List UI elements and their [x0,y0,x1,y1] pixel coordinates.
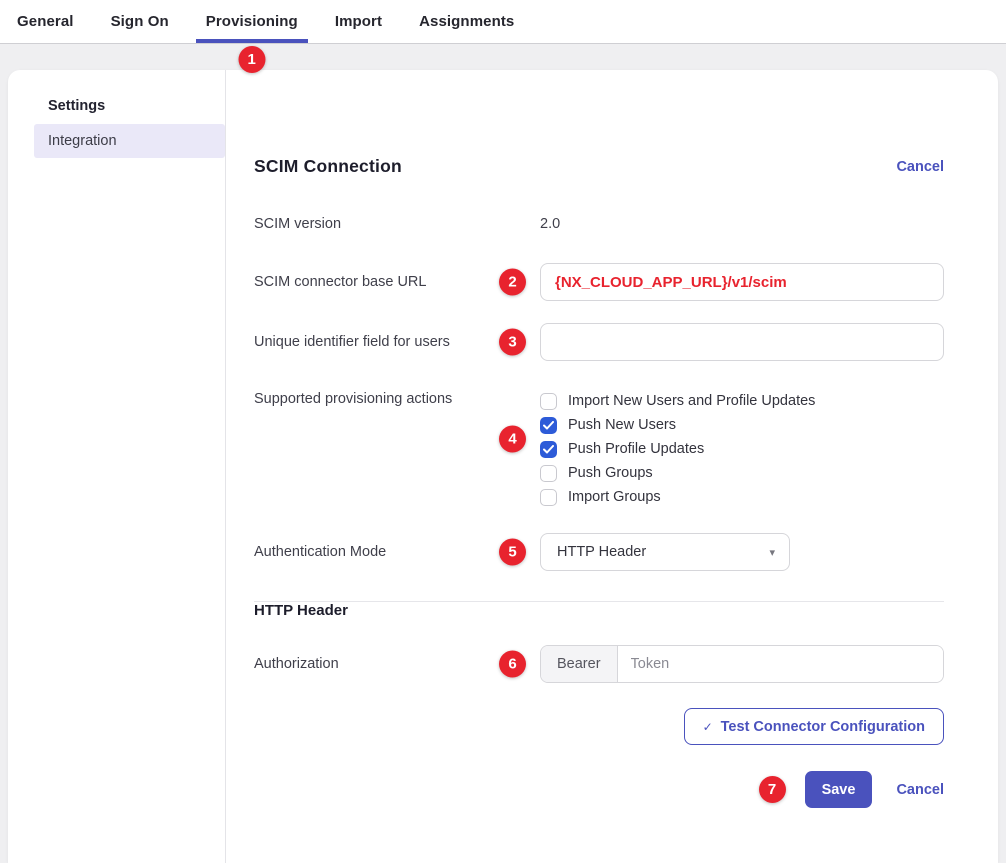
step-badge-4: 4 [499,426,526,453]
field-label: Authorization [254,656,540,672]
step-badge-5: 5 [499,539,526,566]
step-badge-7: 7 [759,776,786,803]
checkbox-push-new-users[interactable]: Push New Users [540,413,944,437]
authorization-row: Authorization 6 Bearer [254,645,944,683]
bearer-prefix: Bearer [541,646,618,682]
settings-sidebar: Settings Integration [8,70,226,863]
checkbox-import-groups[interactable]: Import Groups [540,485,944,509]
tab-assignments[interactable]: Assignments [409,0,524,43]
step-badge-2: 2 [499,269,526,296]
scim-version-value: 2.0 [540,216,560,232]
checkbox-label: Push Profile Updates [568,441,704,457]
tab-provisioning[interactable]: Provisioning 1 [196,0,308,43]
checkbox-icon [540,489,557,506]
checkbox-push-groups[interactable]: Push Groups [540,461,944,485]
scim-connection-form: SCIM Connection Cancel SCIM version 2.0 … [226,70,998,863]
provisioning-actions-row: Supported provisioning actions 4 Import … [254,389,944,509]
cancel-link-top[interactable]: Cancel [896,159,944,175]
field-label: SCIM connector base URL [254,274,540,290]
scim-version-row: SCIM version 2.0 [254,215,944,233]
tab-import[interactable]: Import [325,0,392,43]
field-label: Authentication Mode [254,544,540,560]
field-label: Supported provisioning actions [254,389,540,407]
chevron-down-icon: ▾ [769,546,775,559]
auth-mode-row: Authentication Mode 5 HTTP Header ▾ [254,533,944,571]
checkbox-label: Push Groups [568,465,653,481]
checkbox-push-profile-updates[interactable]: Push Profile Updates [540,437,944,461]
checkbox-icon [540,393,557,410]
checkbox-import-new-users-profile-updates[interactable]: Import New Users and Profile Updates [540,389,944,413]
page-title: SCIM Connection [254,156,402,177]
tab-label: General [17,13,74,30]
base-url-row: SCIM connector base URL 2 [254,263,944,301]
sidebar-item-integration[interactable]: Integration [34,124,225,158]
checkbox-label: Push New Users [568,417,676,433]
save-button[interactable]: Save [805,771,873,808]
checkbox-label: Import Groups [568,489,661,505]
test-connector-configuration-button[interactable]: ✓ Test Connector Configuration [684,708,944,745]
checkbox-icon [540,441,557,458]
tab-general[interactable]: General [7,0,84,43]
tab-label: Assignments [419,13,514,30]
test-connector-label: Test Connector Configuration [721,719,925,735]
sidebar-heading: Settings [48,98,225,114]
app-tab-bar: General Sign On Provisioning 1 Import As… [0,0,1006,44]
checkbox-icon [540,465,557,482]
field-label: Unique identifier field for users [254,334,540,350]
checkbox-label: Import New Users and Profile Updates [568,393,815,409]
auth-mode-selected-value: HTTP Header [557,544,646,560]
tab-label: Provisioning [206,13,298,30]
token-input[interactable] [618,646,943,682]
unique-id-row: Unique identifier field for users 3 [254,323,944,361]
tab-label: Import [335,13,382,30]
check-icon: ✓ [703,720,713,734]
tab-sign-on[interactable]: Sign On [101,0,179,43]
step-badge-3: 3 [499,329,526,356]
step-badge-6: 6 [499,651,526,678]
checkbox-icon [540,417,557,434]
step-badge-1: 1 [238,46,265,73]
http-header-section-heading: HTTP Header [254,602,944,619]
auth-mode-select[interactable]: HTTP Header ▾ [540,533,790,571]
cancel-link-bottom[interactable]: Cancel [896,782,944,798]
unique-id-input[interactable] [540,323,944,361]
field-label: SCIM version [254,216,540,232]
provisioning-card: Settings Integration SCIM Connection Can… [8,70,998,863]
authorization-input-group: Bearer [540,645,944,683]
base-url-input[interactable] [540,263,944,301]
tab-label: Sign On [111,13,169,30]
